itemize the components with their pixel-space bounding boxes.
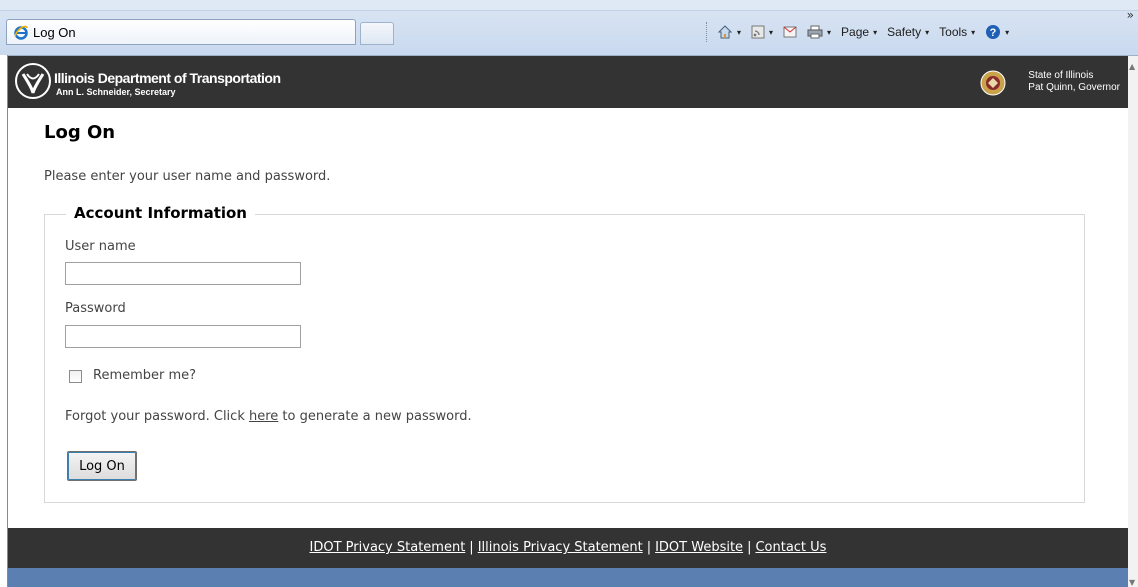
state-name: State of Illinois	[1028, 70, 1094, 81]
page-bottom-bar	[8, 568, 1128, 587]
safety-menu-label: Safety	[887, 25, 922, 39]
governor-name: Pat Quinn, Governor	[1028, 82, 1120, 93]
window-frame-left	[0, 55, 8, 587]
scroll-up-arrow-icon[interactable]: ▲	[1129, 62, 1135, 71]
scroll-down-arrow-icon[interactable]: ▼	[1129, 578, 1135, 587]
tools-caret: ▾	[971, 27, 976, 37]
home-caret[interactable]: ▾	[737, 28, 741, 37]
forgot-password-link[interactable]: here	[249, 409, 278, 424]
forgot-password-text: Forgot your password. Click here to gene…	[65, 409, 472, 424]
svg-text:?: ?	[990, 27, 997, 39]
command-bar: ▾ ▾ ▾ Page ▾ Safety ▾ Tools ▾ ? ▾	[706, 20, 1019, 44]
toolbar-overflow-button[interactable]: »	[1127, 8, 1134, 22]
footer-separator: |	[747, 540, 752, 555]
menu-strip	[0, 0, 1138, 11]
browser-tab-title: Log On	[33, 24, 76, 40]
site-header: Illinois Department of Transportation An…	[8, 56, 1128, 108]
home-button[interactable]: ▾	[717, 24, 741, 40]
ie-icon	[14, 25, 28, 40]
secretary-name: Ann L. Schneider, Secretary	[56, 87, 176, 97]
vertical-scrollbar[interactable]: ▲ ▼	[1128, 56, 1138, 587]
idot-logo-icon	[15, 63, 51, 99]
footer-link-illinois-privacy[interactable]: Illinois Privacy Statement	[478, 540, 643, 555]
state-info: State of Illinois Pat Quinn, Governor	[1028, 70, 1120, 94]
page-menu-label: Page	[841, 25, 870, 39]
illinois-seal-icon	[980, 70, 1006, 96]
help-caret[interactable]: ▾	[1005, 28, 1009, 37]
password-label: Password	[65, 301, 126, 316]
username-input[interactable]	[65, 262, 301, 285]
remember-me-checkbox[interactable]	[69, 370, 82, 383]
help-button[interactable]: ? ▾	[985, 24, 1009, 40]
account-fieldset	[44, 214, 1085, 503]
footer-link-contact-us[interactable]: Contact Us	[755, 540, 826, 555]
org-name: Illinois Department of Transportation	[54, 70, 281, 86]
footer-link-idot-website[interactable]: IDOT Website	[655, 540, 743, 555]
feeds-caret[interactable]: ▾	[769, 28, 773, 37]
toolbar-grip[interactable]	[706, 22, 709, 42]
home-icon	[717, 25, 733, 39]
tools-menu[interactable]: Tools ▾	[939, 25, 975, 39]
intro-text: Please enter your user name and password…	[44, 169, 331, 184]
print-caret[interactable]: ▾	[827, 28, 831, 37]
safety-menu[interactable]: Safety ▾	[887, 25, 929, 39]
feeds-icon	[751, 25, 765, 39]
mail-icon	[783, 26, 797, 38]
tools-menu-label: Tools	[939, 25, 968, 39]
username-label: User name	[65, 239, 136, 254]
page-menu[interactable]: Page ▾	[841, 25, 877, 39]
site-footer: IDOT Privacy Statement | Illinois Privacy …	[8, 528, 1128, 568]
browser-chrome: Log On ▾ ▾ ▾ Page ▾ Safety ▾ Tools ▾ ? ▾…	[0, 0, 1138, 56]
feeds-button[interactable]: ▾	[751, 25, 773, 39]
remember-me-label[interactable]: Remember me?	[93, 368, 196, 383]
help-icon: ?	[986, 25, 1001, 39]
page-caret: ▾	[873, 27, 878, 37]
print-icon	[807, 25, 823, 39]
new-tab-button[interactable]	[360, 22, 394, 45]
footer-link-idot-privacy[interactable]: IDOT Privacy Statement	[310, 540, 466, 555]
forgot-prefix: Forgot your password. Click	[65, 409, 249, 424]
log-on-button[interactable]: Log On	[67, 451, 137, 481]
footer-separator: |	[469, 540, 474, 555]
browser-tab[interactable]: Log On	[6, 19, 356, 45]
footer-separator: |	[646, 540, 652, 555]
password-input[interactable]	[65, 325, 301, 348]
safety-caret: ▾	[925, 27, 930, 37]
read-mail-button[interactable]	[783, 26, 797, 38]
print-button[interactable]: ▾	[807, 25, 831, 39]
forgot-suffix: to generate a new password.	[278, 409, 472, 424]
page-title: Log On	[44, 122, 116, 143]
fieldset-legend: Account Information	[66, 204, 255, 222]
